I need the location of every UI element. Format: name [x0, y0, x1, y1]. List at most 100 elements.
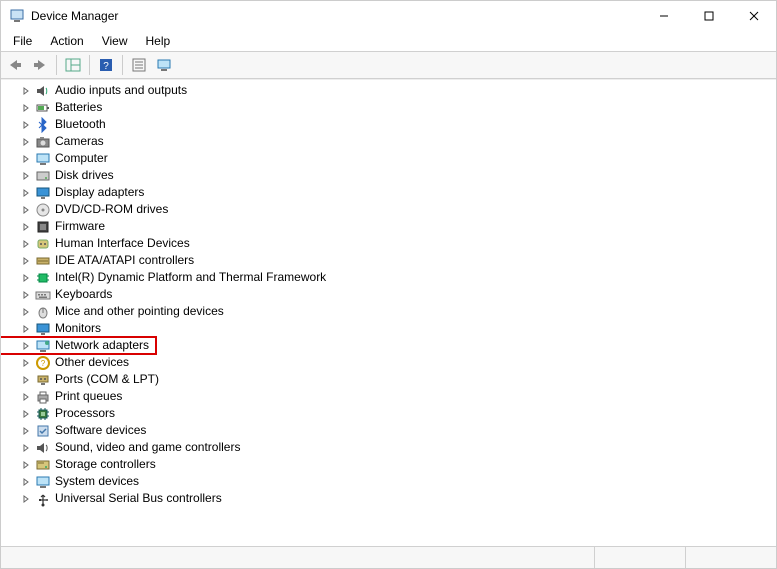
- menu-help[interactable]: Help: [138, 33, 179, 49]
- tree-item[interactable]: Software devices: [19, 422, 776, 439]
- tree-item[interactable]: Disk drives: [19, 167, 776, 184]
- tree-item-label: Human Interface Devices: [55, 235, 190, 252]
- expand-chevron-icon[interactable]: [19, 322, 33, 336]
- expand-chevron-icon[interactable]: [19, 288, 33, 302]
- menu-file[interactable]: File: [5, 33, 40, 49]
- tree-item[interactable]: Audio inputs and outputs: [19, 82, 776, 99]
- ide-icon: [35, 253, 51, 269]
- tree-item[interactable]: Display adapters: [19, 184, 776, 201]
- device-tree[interactable]: Audio inputs and outputsBatteriesBluetoo…: [1, 79, 776, 546]
- menu-view[interactable]: View: [94, 33, 136, 49]
- expand-chevron-icon[interactable]: [19, 356, 33, 370]
- tree-item-label: Batteries: [55, 99, 102, 116]
- chip-icon: [35, 270, 51, 286]
- tree-item[interactable]: DVD/CD-ROM drives: [19, 201, 776, 218]
- expand-chevron-icon[interactable]: [19, 305, 33, 319]
- minimize-button[interactable]: [641, 1, 686, 31]
- expand-chevron-icon[interactable]: [19, 152, 33, 166]
- tree-item[interactable]: Processors: [19, 405, 776, 422]
- battery-icon: [35, 100, 51, 116]
- tree-item[interactable]: Mice and other pointing devices: [19, 303, 776, 320]
- expand-chevron-icon[interactable]: [19, 339, 33, 353]
- tree-item-label: Ports (COM & LPT): [55, 371, 159, 388]
- svg-text:?: ?: [41, 359, 46, 368]
- tree-item[interactable]: Intel(R) Dynamic Platform and Thermal Fr…: [19, 269, 776, 286]
- properties-button[interactable]: [127, 53, 151, 77]
- forward-button[interactable]: [28, 53, 52, 77]
- tree-item[interactable]: System devices: [19, 473, 776, 490]
- expand-chevron-icon[interactable]: [19, 186, 33, 200]
- maximize-button[interactable]: [686, 1, 731, 31]
- tree-item[interactable]: Universal Serial Bus controllers: [19, 490, 776, 507]
- expand-chevron-icon[interactable]: [19, 237, 33, 251]
- system-icon: [35, 474, 51, 490]
- tree-item-label: Mice and other pointing devices: [55, 303, 224, 320]
- tree-item[interactable]: Batteries: [19, 99, 776, 116]
- tree-item-label: Other devices: [55, 354, 129, 371]
- tree-item-label: Firmware: [55, 218, 105, 235]
- tree-item[interactable]: Monitors: [19, 320, 776, 337]
- scan-hardware-button[interactable]: [152, 53, 176, 77]
- computer-icon: [35, 151, 51, 167]
- camera-icon: [35, 134, 51, 150]
- tree-item-label: Display adapters: [55, 184, 144, 201]
- tree-item[interactable]: Firmware: [19, 218, 776, 235]
- tree-item[interactable]: Ports (COM & LPT): [19, 371, 776, 388]
- menu-action[interactable]: Action: [42, 33, 91, 49]
- toolbar: ?: [1, 51, 776, 79]
- tree-item[interactable]: Computer: [19, 150, 776, 167]
- expand-chevron-icon[interactable]: [19, 84, 33, 98]
- expand-chevron-icon[interactable]: [19, 458, 33, 472]
- expand-chevron-icon[interactable]: [19, 118, 33, 132]
- expand-chevron-icon[interactable]: [19, 203, 33, 217]
- tree-item-label: Sound, video and game controllers: [55, 439, 240, 456]
- tree-item-label: Processors: [55, 405, 115, 422]
- tree-item[interactable]: Print queues: [19, 388, 776, 405]
- expand-chevron-icon[interactable]: [19, 407, 33, 421]
- tree-item-label: Audio inputs and outputs: [55, 82, 187, 99]
- hid-icon: [35, 236, 51, 252]
- monitor-icon: [35, 321, 51, 337]
- firmware-icon: [35, 219, 51, 235]
- expand-chevron-icon[interactable]: [19, 441, 33, 455]
- tree-item[interactable]: Network adapters: [19, 337, 776, 354]
- mouse-icon: [35, 304, 51, 320]
- tree-item-label: Monitors: [55, 320, 101, 337]
- expand-chevron-icon[interactable]: [19, 169, 33, 183]
- tree-item[interactable]: Keyboards: [19, 286, 776, 303]
- tree-item[interactable]: Sound, video and game controllers: [19, 439, 776, 456]
- cdrom-icon: [35, 202, 51, 218]
- expand-chevron-icon[interactable]: [19, 135, 33, 149]
- tree-item[interactable]: Cameras: [19, 133, 776, 150]
- tree-item-label: Intel(R) Dynamic Platform and Thermal Fr…: [55, 269, 326, 286]
- status-cell-3: [686, 547, 776, 568]
- show-hide-console-button[interactable]: [61, 53, 85, 77]
- tree-item-label: Disk drives: [55, 167, 114, 184]
- close-button[interactable]: [731, 1, 776, 31]
- tree-item[interactable]: Bluetooth: [19, 116, 776, 133]
- app-icon: [9, 8, 25, 24]
- expand-chevron-icon[interactable]: [19, 390, 33, 404]
- other-icon: ?: [35, 355, 51, 371]
- expand-chevron-icon[interactable]: [19, 424, 33, 438]
- tree-item[interactable]: IDE ATA/ATAPI controllers: [19, 252, 776, 269]
- expand-chevron-icon[interactable]: [19, 101, 33, 115]
- back-button[interactable]: [3, 53, 27, 77]
- statusbar: [1, 546, 776, 568]
- expand-chevron-icon[interactable]: [19, 220, 33, 234]
- expand-chevron-icon[interactable]: [19, 373, 33, 387]
- tree-item-label: Bluetooth: [55, 116, 106, 133]
- tree-item-label: Print queues: [55, 388, 122, 405]
- expand-chevron-icon[interactable]: [19, 254, 33, 268]
- tree-item-label: Cameras: [55, 133, 104, 150]
- help-button[interactable]: ?: [94, 53, 118, 77]
- tree-item[interactable]: ? Other devices: [19, 354, 776, 371]
- software-icon: [35, 423, 51, 439]
- expand-chevron-icon[interactable]: [19, 271, 33, 285]
- status-cell-main: [1, 547, 594, 568]
- window-controls: [641, 1, 776, 31]
- expand-chevron-icon[interactable]: [19, 475, 33, 489]
- tree-item[interactable]: Human Interface Devices: [19, 235, 776, 252]
- expand-chevron-icon[interactable]: [19, 492, 33, 506]
- tree-item[interactable]: Storage controllers: [19, 456, 776, 473]
